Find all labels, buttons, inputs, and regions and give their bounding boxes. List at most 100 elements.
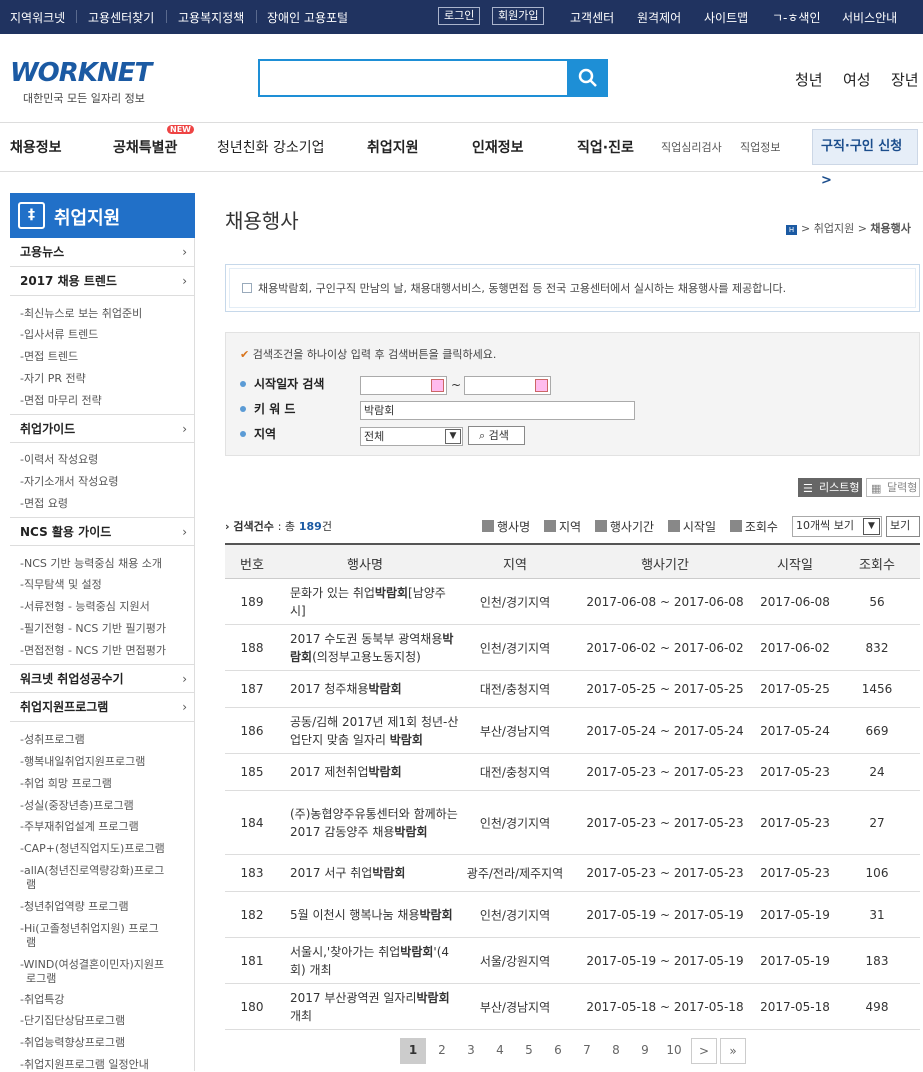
sidebar-item[interactable]: -성실(중장년층)프로그램: [20, 797, 134, 813]
page-link[interactable]: 10: [661, 1038, 687, 1064]
table-row[interactable]: 182 인천/경기지역 2017-05-19 ~ 2017-05-19 2017-05…: [225, 892, 920, 938]
table-row[interactable]: 183 광주/전라/제주지역 2017-05-23 ~ 2017-05-23 2017…: [225, 855, 920, 892]
table-row[interactable]: 180 부산/경남지역 2017-05-18 ~ 2017-05-18 2017-05…: [225, 984, 920, 1030]
sidebar-item[interactable]: -취업특강: [20, 991, 64, 1007]
login-button[interactable]: 로그인: [438, 7, 481, 25]
sidebar-item[interactable]: -NCS 기반 능력중심 채용 소개: [20, 555, 162, 571]
event-name-link[interactable]: (주)농협양주유통센터와 함께하는 2017 감동양주 채용박람회: [290, 805, 460, 841]
region-select[interactable]: 전체 ▼: [360, 427, 463, 446]
sidebar-group-success[interactable]: 워크넷 취업성공수기 ›: [10, 664, 195, 693]
sidebar-item[interactable]: -성취프로그램: [20, 731, 85, 747]
link-regional-worknet[interactable]: 지역워크넷: [10, 9, 65, 26]
checkbox-icon[interactable]: [482, 520, 494, 532]
sidebar-item[interactable]: -면접 트렌드: [20, 348, 78, 364]
table-row[interactable]: 189 인천/경기지역 2017-06-08 ~ 2017-06-08 2017-06…: [225, 579, 920, 625]
event-name-link[interactable]: 2017 부산광역권 일자리박람회 개최: [290, 989, 460, 1025]
sidebar-item[interactable]: -청년취업역량 프로그램: [20, 898, 129, 914]
calendar-view-button[interactable]: ▦ 달력형: [866, 478, 920, 497]
checkbox-icon[interactable]: [667, 520, 680, 532]
per-page-select[interactable]: 10개씩 보기 ▼: [792, 516, 882, 537]
list-view-button[interactable]: ☰ 리스트형: [798, 478, 862, 497]
event-name-link[interactable]: 문화가 있는 취업박람회[남양주시]: [290, 584, 460, 620]
calendar-icon[interactable]: [431, 379, 444, 392]
page-link[interactable]: 9: [632, 1038, 658, 1064]
sidebar-item[interactable]: -Hi(고졸청년취업지원) 프로그: [20, 920, 159, 936]
link-remote-control[interactable]: 원격제어: [637, 9, 681, 26]
event-name-link[interactable]: 2017 제천취업박람회: [290, 763, 460, 781]
sidebar-group-ncs[interactable]: NCS 활용 가이드 ›: [10, 517, 195, 546]
sidebar-item[interactable]: -이력서 작성요령: [20, 451, 98, 467]
nav-job-support[interactable]: 취업지원: [367, 137, 419, 157]
event-name-link[interactable]: 2017 수도권 동북부 광역채용박람회(의정부고용노동지청): [290, 630, 460, 666]
search-submit-button[interactable]: ⌕ 검색: [468, 426, 525, 445]
event-name-link[interactable]: 2017 서구 취업박람회: [290, 864, 460, 882]
sidebar-item[interactable]: -서류전형 - 능력중심 지원서: [20, 598, 150, 614]
sidebar-item[interactable]: -필기전형 - NCS 기반 필기평가: [20, 620, 166, 636]
table-row[interactable]: 186 부산/경남지역 2017-05-24 ~ 2017-05-24 2017-05…: [225, 708, 920, 754]
sidebar-item[interactable]: -취업능력향상프로그램: [20, 1034, 125, 1050]
keyword-input[interactable]: 박람회: [360, 401, 635, 420]
nav-talent[interactable]: 인재정보: [472, 137, 524, 157]
page-link[interactable]: 8: [603, 1038, 629, 1064]
nav-public-recruit[interactable]: 공채특별관: [113, 137, 177, 157]
search-input[interactable]: [258, 59, 569, 97]
sidebar-item[interactable]: -취업지원프로그램 일정안내: [20, 1056, 149, 1072]
nav-career[interactable]: 직업·진로: [577, 137, 634, 157]
sidebar-item[interactable]: -CAP+(청년직업지도)프로그램: [20, 840, 165, 856]
link-women[interactable]: 여성: [843, 69, 871, 90]
home-icon[interactable]: H: [786, 225, 797, 235]
page-last-button[interactable]: »: [720, 1038, 746, 1064]
per-page-button[interactable]: 보기: [886, 516, 920, 537]
checkbox-icon[interactable]: [594, 520, 607, 532]
table-row[interactable]: 185 대전/충청지역 2017-05-23 ~ 2017-05-23 2017-05…: [225, 754, 920, 791]
page-link[interactable]: 7: [574, 1038, 600, 1064]
sidebar-item[interactable]: -면접 요령: [20, 495, 68, 511]
nav-job-info[interactable]: 직업정보: [740, 139, 780, 155]
sidebar-group-programs[interactable]: 취업지원프로그램 ›: [10, 693, 195, 722]
page-link[interactable]: 5: [516, 1038, 542, 1064]
sidebar-group-trend[interactable]: 2017 채용 트렌드 ›: [10, 267, 195, 296]
sidebar-item[interactable]: -자기 PR 전략: [20, 370, 86, 386]
link-disabled-portal[interactable]: 장애인 고용포털: [267, 9, 348, 26]
nav-youth-companies[interactable]: 청년친화 강소기업: [217, 137, 325, 157]
checkbox-icon[interactable]: [729, 520, 742, 532]
worknet-logo[interactable]: WORKNET 대한민국 모든 일자리 정보: [10, 58, 152, 105]
event-name-link[interactable]: 5월 이천시 행복나눔 채용박람회: [290, 906, 460, 924]
table-row[interactable]: 184 인천/경기지역 2017-05-23 ~ 2017-05-23 2017-05…: [225, 791, 920, 855]
join-button[interactable]: 회원가입: [492, 7, 545, 25]
search-button[interactable]: [568, 59, 608, 97]
page-link[interactable]: 4: [487, 1038, 513, 1064]
sidebar-item[interactable]: -단기집단상담프로그램: [20, 1012, 125, 1028]
link-welfare-policy[interactable]: 고용복지정책: [178, 9, 244, 26]
link-service-guide[interactable]: 서비스안내: [842, 9, 897, 26]
sidebar-item[interactable]: -입사서류 트렌드: [20, 326, 98, 342]
page-link[interactable]: 3: [458, 1038, 484, 1064]
sidebar-item-wrap[interactable]: 로그램: [26, 970, 56, 986]
sidebar-group-news[interactable]: 고용뉴스 ›: [10, 238, 195, 267]
link-index[interactable]: ㄱ-ㅎ색인: [772, 9, 821, 26]
table-row[interactable]: 188 인천/경기지역 2017-06-02 ~ 2017-06-02 2017-06…: [225, 625, 920, 671]
sidebar-item-wrap[interactable]: 램: [26, 876, 36, 892]
sidebar-item[interactable]: -면접전형 - NCS 기반 면접평가: [20, 642, 166, 658]
event-name-link[interactable]: 2017 청주채용박람회: [290, 680, 460, 698]
link-customer-center[interactable]: 고객센터: [570, 9, 614, 26]
nav-aptitude-test[interactable]: 직업심리검사: [661, 139, 722, 155]
sidebar-item[interactable]: -주부재취업설계 프로그램: [20, 818, 139, 834]
sidebar-item[interactable]: -면접 마무리 전략: [20, 392, 102, 408]
apply-button[interactable]: 구직·구인 신청 >: [812, 129, 918, 188]
table-row[interactable]: 181 서울/강원지역 2017-05-19 ~ 2017-05-19 2017-05…: [225, 938, 920, 984]
sidebar-item-wrap[interactable]: 램: [26, 934, 36, 950]
page-link[interactable]: 1: [400, 1038, 426, 1064]
event-name-link[interactable]: 공동/김해 2017년 제1회 청년-산업단지 맞춤 일자리 박람회: [290, 713, 460, 749]
sidebar-group-guide[interactable]: 취업가이드 ›: [10, 414, 195, 443]
page-link[interactable]: 6: [545, 1038, 571, 1064]
event-name-link[interactable]: 서울시,'찾아가는 취업박람회'(4회) 개최: [290, 943, 460, 979]
sidebar-item[interactable]: -취업 희망 프로그램: [20, 775, 112, 791]
breadcrumb-item[interactable]: 취업지원: [814, 222, 854, 235]
nav-jobs[interactable]: 채용정보: [10, 137, 62, 157]
sidebar-item[interactable]: -자기소개서 작성요령: [20, 473, 119, 489]
link-sitemap[interactable]: 사이트맵: [704, 9, 748, 26]
sidebar-item[interactable]: -최신뉴스로 보는 취업준비: [20, 305, 142, 321]
page-next-button[interactable]: >: [691, 1038, 717, 1064]
table-row[interactable]: 187 대전/충청지역 2017-05-25 ~ 2017-05-25 2017-05…: [225, 671, 920, 708]
